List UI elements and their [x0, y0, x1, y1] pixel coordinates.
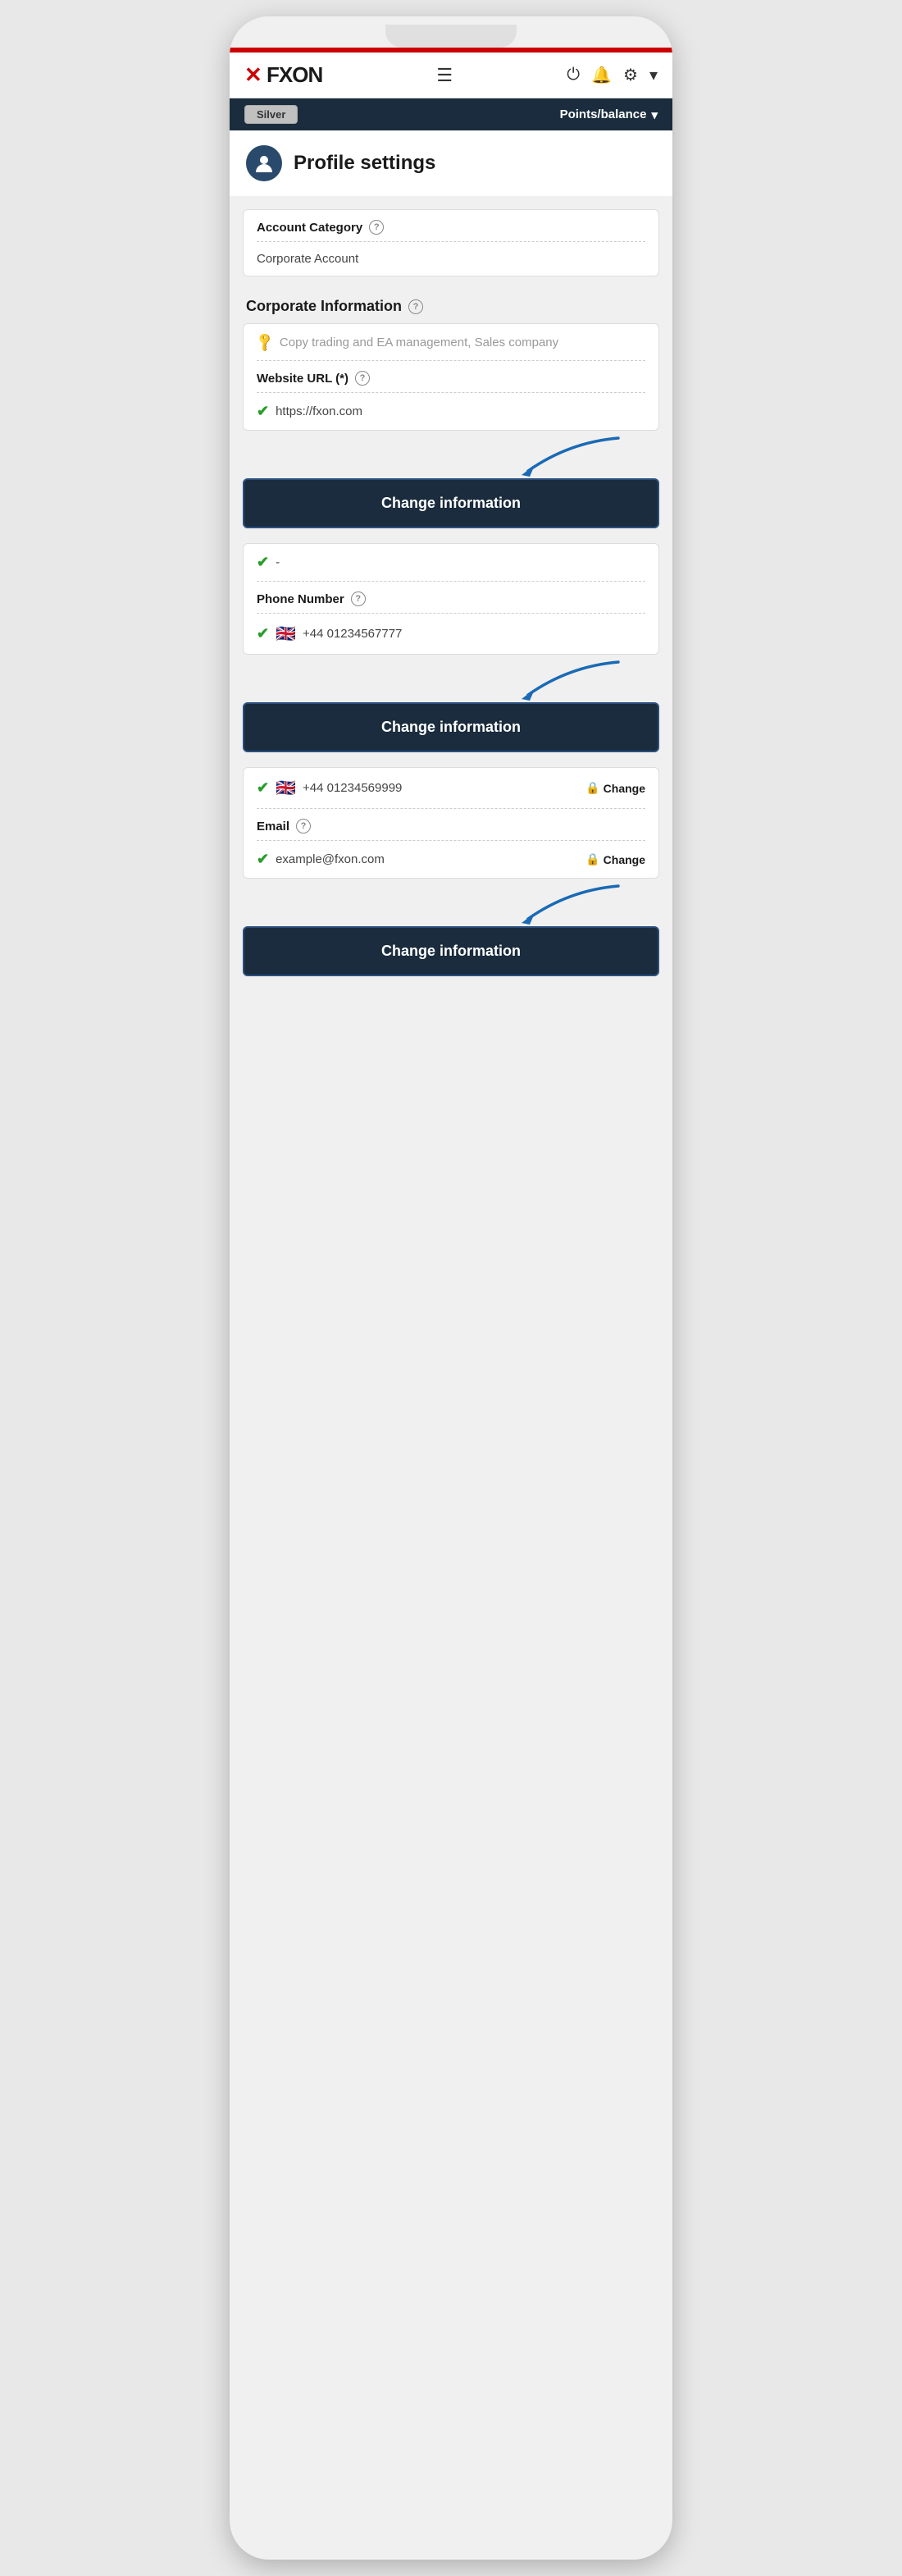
points-chevron-icon: ▾: [651, 107, 658, 122]
phone-top: [230, 16, 672, 48]
website-value-row: ✔ https://fxon.com: [244, 393, 658, 430]
change-info-button-1[interactable]: Change information: [243, 478, 659, 528]
phone2-check-icon: ✔: [257, 779, 269, 797]
website-check-icon: ✔: [257, 403, 269, 420]
arrow-svg-2: [487, 658, 635, 703]
account-category-card: Account Category ? Corporate Account: [243, 209, 659, 276]
phone2-lock-icon: 🔒: [585, 781, 599, 795]
change-info-button-2[interactable]: Change information: [243, 702, 659, 752]
activity-value-row: 🔑 Copy trading and EA management, Sales …: [244, 324, 658, 360]
phone-value-row: ✔ 🇬🇧 +44 01234567777: [244, 614, 658, 654]
email-lock-icon: 🔒: [585, 852, 599, 866]
logo-area: ✕ FXON: [244, 62, 322, 88]
website-help-icon[interactable]: ?: [355, 371, 370, 386]
change-info-button-3[interactable]: Change information: [243, 926, 659, 976]
phone-dash-check-icon: ✔: [257, 554, 269, 571]
phone-check-icon: ✔: [257, 625, 269, 642]
activity-value: Copy trading and EA management, Sales co…: [280, 336, 558, 349]
phone-dash-row: ✔ -: [244, 544, 658, 581]
account-category-label: Account Category: [257, 221, 362, 235]
header-icons: ⏻ 🔔 ⚙ ▾: [567, 65, 658, 85]
website-label: Website URL (*): [257, 372, 348, 386]
phone-flag: 🇬🇧: [276, 623, 296, 644]
status-bar: Silver Points/balance ▾: [230, 98, 672, 130]
hamburger-icon[interactable]: ☰: [436, 65, 453, 86]
arrow-svg-1: [487, 434, 635, 479]
arrow-annotation-1: [243, 434, 659, 475]
corporate-info-card: 🔑 Copy trading and EA management, Sales …: [243, 323, 659, 431]
arrow-annotation-3: [243, 882, 659, 923]
power-icon[interactable]: ⏻: [567, 66, 580, 84]
corporate-info-help-icon[interactable]: ?: [408, 299, 423, 314]
page-title: Profile settings: [294, 152, 435, 175]
key-icon: 🔑: [253, 331, 276, 354]
email-change-link[interactable]: Change: [604, 853, 645, 866]
account-category-help-icon[interactable]: ?: [369, 220, 384, 235]
bell-icon[interactable]: 🔔: [591, 65, 612, 85]
content-area: Account Category ? Corporate Account Cor…: [230, 196, 672, 1070]
phone2-change-link[interactable]: Change: [604, 782, 645, 795]
phone-shell: ✕ FXON ☰ ⏻ 🔔 ⚙ ▾ Silver Points/balance ▾…: [230, 16, 672, 2560]
corporate-info-title: Corporate Information: [246, 298, 402, 315]
email-value-row: ✔ example@fxon.com 🔒 Change: [244, 841, 658, 878]
phone-section-card: ✔ - Phone Number ? ✔ 🇬🇧 +44 01234567777: [243, 543, 659, 655]
gear-icon[interactable]: ⚙: [623, 65, 638, 85]
notch: [385, 25, 517, 48]
phone-dash-value: -: [276, 555, 280, 569]
bottom-spacer: [243, 991, 659, 1057]
phone2-flag: 🇬🇧: [276, 778, 296, 798]
account-category-value: Corporate Account: [244, 242, 658, 276]
logo: ✕ FXON: [244, 62, 322, 88]
phone2-change-area: 🔒 Change: [585, 781, 645, 795]
email-check-icon: ✔: [257, 851, 269, 868]
website-value: https://fxon.com: [276, 404, 362, 418]
phone2-value: +44 01234569999: [303, 781, 402, 795]
silver-badge: Silver: [244, 105, 298, 124]
phone-help-icon[interactable]: ?: [351, 591, 366, 606]
website-label-row: Website URL (*) ?: [244, 361, 658, 392]
arrow-annotation-2: [243, 658, 659, 699]
email-label: Email: [257, 820, 289, 834]
account-category-label-row: Account Category ?: [244, 210, 658, 241]
phone2-value-row: ✔ 🇬🇧 +44 01234569999 🔒 Change: [244, 768, 658, 808]
points-balance-button[interactable]: Points/balance ▾: [560, 107, 658, 122]
email-value: example@fxon.com: [276, 852, 385, 866]
chevron-down-icon[interactable]: ▾: [649, 65, 658, 85]
email-change-area: 🔒 Change: [585, 852, 645, 866]
phone-value: +44 01234567777: [303, 627, 402, 641]
main-header: ✕ FXON ☰ ⏻ 🔔 ⚙ ▾: [230, 53, 672, 98]
arrow-svg-3: [487, 882, 635, 927]
avatar-icon: [246, 145, 282, 181]
email-label-row: Email ?: [244, 809, 658, 840]
phone2-email-card: ✔ 🇬🇧 +44 01234569999 🔒 Change Email ? ✔ …: [243, 767, 659, 879]
phone-label-row: Phone Number ?: [244, 582, 658, 613]
corporate-info-section-title-row: Corporate Information ?: [243, 291, 659, 323]
email-help-icon[interactable]: ?: [296, 819, 311, 834]
page-title-area: Profile settings: [230, 130, 672, 196]
phone-number-label: Phone Number: [257, 592, 344, 606]
